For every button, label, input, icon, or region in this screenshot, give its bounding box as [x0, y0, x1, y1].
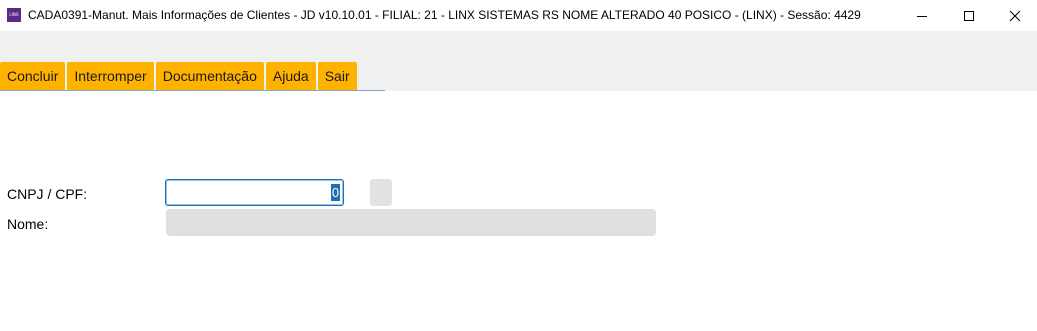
name-field: [166, 209, 656, 236]
minimize-button[interactable]: [899, 0, 945, 31]
cnpj-lookup-button[interactable]: [370, 179, 392, 206]
action-menu: Concluir Interromper Documentação Ajuda …: [0, 62, 359, 91]
menu-divider: [0, 90, 385, 91]
cnpj-value: 0: [331, 184, 340, 201]
close-icon: [1009, 10, 1021, 21]
concluir-button[interactable]: Concluir: [0, 62, 66, 91]
ajuda-button[interactable]: Ajuda: [265, 62, 316, 91]
cnpj-label: CNPJ / CPF:: [7, 186, 88, 202]
cnpj-input[interactable]: 0: [165, 179, 344, 206]
interromper-button[interactable]: Interromper: [67, 62, 154, 91]
maximize-icon: [964, 10, 974, 21]
title-bar: LINX CADA0391-Manut. Mais Informações de…: [0, 0, 1037, 31]
name-label: Nome:: [7, 216, 49, 232]
minimize-icon: [917, 15, 927, 17]
app-logo-icon: LINX: [7, 8, 21, 22]
close-button[interactable]: [992, 0, 1037, 31]
window-title: CADA0391-Manut. Mais Informações de Clie…: [28, 8, 861, 22]
maximize-button[interactable]: [946, 0, 992, 31]
documentacao-button[interactable]: Documentação: [155, 62, 264, 91]
sair-button[interactable]: Sair: [317, 62, 357, 91]
